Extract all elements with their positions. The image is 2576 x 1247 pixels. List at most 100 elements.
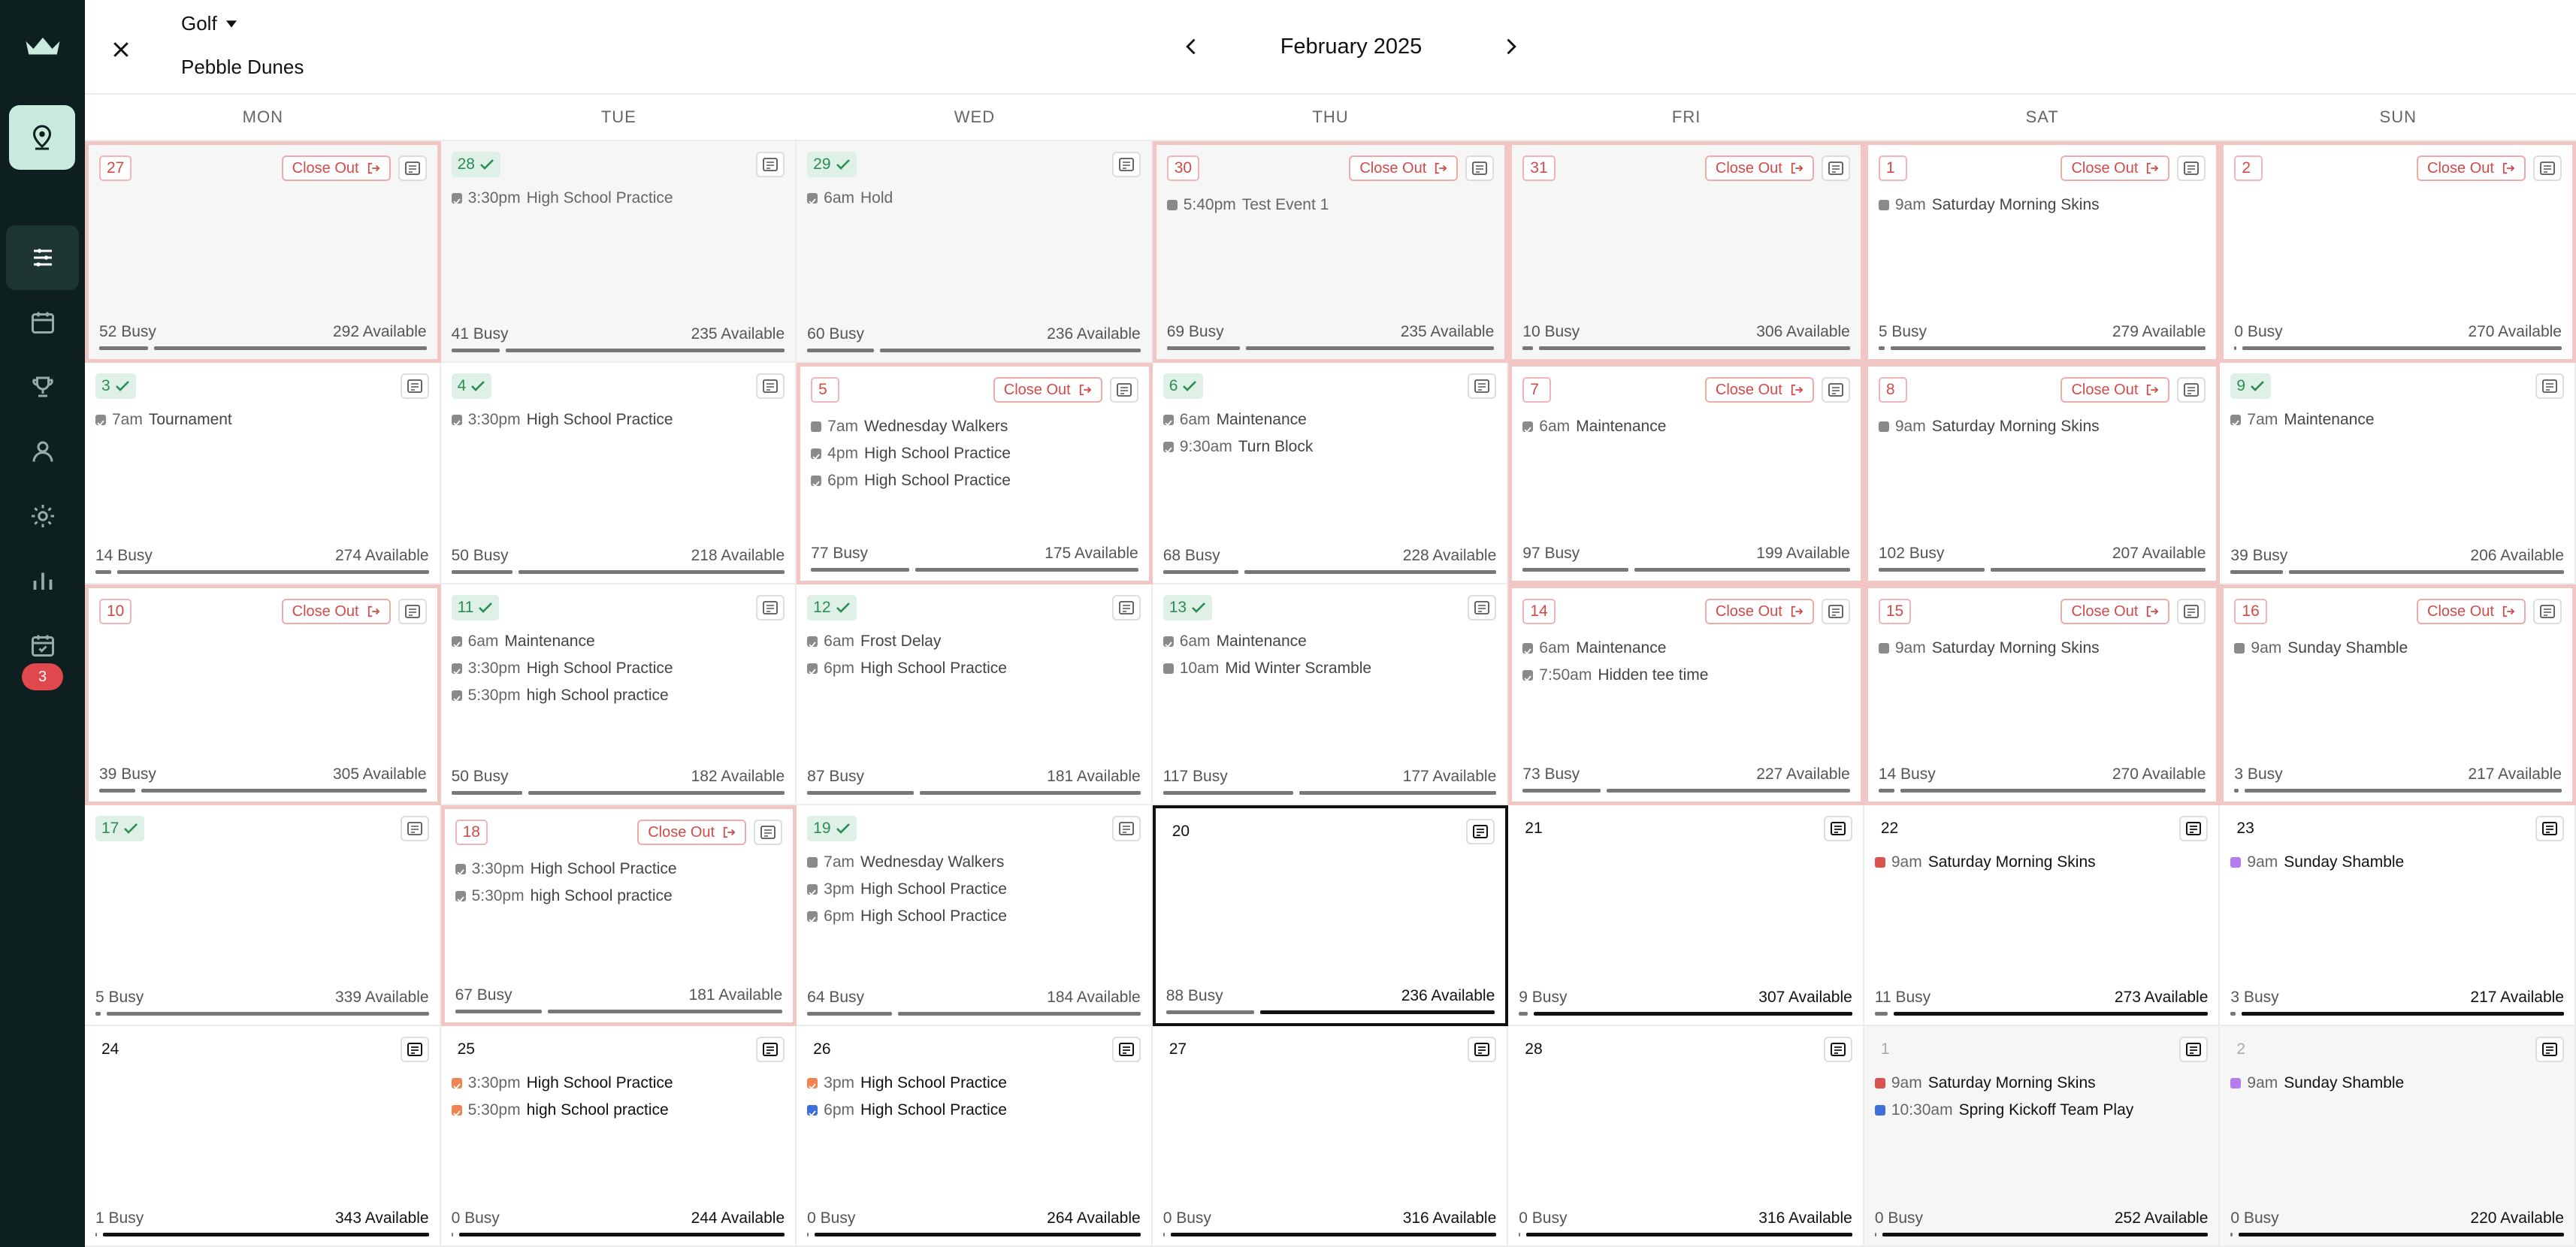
calendar-day-cell[interactable]: 21 9 Busy 307 Available (1508, 805, 1864, 1026)
calendar-day-cell[interactable]: 13 6am Maintenance 10am Mid Winter Scramble 1… (1152, 584, 1509, 805)
event-item[interactable]: 6am Maintenance (451, 628, 785, 655)
event-item[interactable]: 3pm High School Practice (807, 876, 1141, 903)
notes-button[interactable] (1111, 1037, 1141, 1062)
calendar-day-cell[interactable]: 2 Close Out 0 Busy 270 Available (2220, 141, 2576, 363)
notes-button[interactable] (2535, 373, 2564, 399)
calendar-day-cell[interactable]: 30 Close Out 5:40pm Test Event 1 69 Busy 235 … (1152, 141, 1509, 363)
sidebar-item-members[interactable] (0, 419, 85, 484)
calendar-day-cell[interactable]: 7 Close Out 6am Maintenance 97 Busy 199 Avail… (1508, 363, 1864, 584)
calendar-day-cell[interactable]: 6 6am Maintenance 9:30am Turn Block 68 Busy 22… (1152, 363, 1509, 584)
event-item[interactable]: 9am Sunday Shamble (2230, 1070, 2564, 1097)
close-out-button[interactable]: Close Out (2417, 155, 2526, 181)
calendar-day-cell[interactable]: 14 Close Out 6am Maintenance 7:50am Hidden te… (1508, 584, 1864, 805)
notes-button[interactable] (398, 599, 427, 624)
event-item[interactable]: 7am Wednesday Walkers (811, 413, 1138, 440)
sport-selector[interactable]: Golf (181, 12, 237, 35)
notes-button[interactable] (1821, 155, 1850, 181)
calendar-day-cell[interactable]: 1 9am Saturday Morning Skins 10:30am Spring … (1864, 1026, 2221, 1247)
event-item[interactable]: 9am Saturday Morning Skins (1878, 635, 2206, 662)
event-item[interactable]: 6pm High School Practice (807, 903, 1141, 930)
event-item[interactable]: 5:30pm high School practice (451, 1097, 785, 1124)
event-item[interactable]: 3:30pm High School Practice (451, 185, 785, 212)
calendar-day-cell[interactable]: 10 Close Out 39 Busy 305 Available (85, 584, 441, 805)
calendar-day-cell-today[interactable]: 20 88 Busy 236 Available (1152, 805, 1509, 1026)
next-month-button[interactable] (1489, 26, 1531, 68)
calendar-day-cell[interactable]: 8 Close Out 9am Saturday Morning Skins 102 B… (1864, 363, 2221, 584)
calendar-day-cell[interactable]: 15 Close Out 9am Saturday Morning Skins 14 B… (1864, 584, 2221, 805)
event-item[interactable]: 7am Wednesday Walkers (807, 849, 1141, 876)
calendar-day-cell[interactable]: 29 6am Hold 60 Busy 236 Available (797, 141, 1153, 363)
event-item[interactable]: 9am Sunday Shamble (2234, 635, 2562, 662)
sidebar-item-settings[interactable] (0, 484, 85, 548)
calendar-day-cell[interactable]: 1 Close Out 9am Saturday Morning Skins 5 Bus… (1864, 141, 2221, 363)
notes-button[interactable] (1823, 1037, 1852, 1062)
sidebar-item-tournaments[interactable] (0, 355, 85, 419)
calendar-day-cell[interactable]: 3 7am Tournament 14 Busy 274 Available (85, 363, 441, 584)
notes-button[interactable] (756, 373, 785, 399)
close-out-button[interactable]: Close Out (281, 155, 391, 181)
event-item[interactable]: 4pm High School Practice (811, 440, 1138, 467)
calendar-day-cell[interactable]: 18 Close Out 3:30pm High School Practice 5:3… (440, 805, 797, 1026)
event-item[interactable]: 6pm High School Practice (811, 467, 1138, 494)
event-item[interactable]: 7am Tournament (95, 406, 429, 433)
close-out-button[interactable]: Close Out (2060, 155, 2170, 181)
course-location-button[interactable] (9, 105, 75, 170)
event-item[interactable]: 6pm High School Practice (807, 655, 1141, 682)
event-item[interactable]: 6am Maintenance (1522, 635, 1850, 662)
close-out-button[interactable]: Close Out (1704, 155, 1814, 181)
event-item[interactable]: 7:50am Hidden tee time (1522, 662, 1850, 689)
notes-button[interactable] (2177, 377, 2206, 403)
event-item[interactable]: 3:30pm High School Practice (451, 1070, 785, 1097)
calendar-day-cell[interactable]: 27 0 Busy 316 Available (1152, 1026, 1509, 1247)
close-out-button[interactable]: Close Out (993, 377, 1102, 403)
event-item[interactable]: 9am Saturday Morning Skins (1874, 1070, 2209, 1097)
close-out-button[interactable]: Close Out (2060, 599, 2170, 624)
notes-button[interactable] (2179, 1037, 2209, 1062)
sidebar-item-calendar[interactable] (0, 290, 85, 355)
notes-button[interactable] (1468, 373, 1497, 399)
notes-button[interactable] (756, 1037, 785, 1062)
prev-month-button[interactable] (1171, 26, 1213, 68)
notes-button[interactable] (1465, 155, 1495, 181)
notes-button[interactable] (2179, 816, 2209, 841)
notes-button[interactable] (756, 152, 785, 177)
event-item[interactable]: 10am Mid Winter Scramble (1163, 655, 1497, 682)
notes-button[interactable] (2177, 599, 2206, 624)
notes-button[interactable] (2535, 816, 2564, 841)
notes-button[interactable] (1109, 377, 1138, 403)
event-item[interactable]: 9am Saturday Morning Skins (1874, 849, 2209, 876)
event-item[interactable]: 6am Frost Delay (807, 628, 1141, 655)
calendar-day-cell[interactable]: 4 3:30pm High School Practice 50 Busy 218 Av… (440, 363, 797, 584)
close-out-button[interactable]: Close Out (1704, 377, 1814, 403)
notes-button[interactable] (1466, 819, 1495, 844)
calendar-day-cell[interactable]: 28 3:30pm High School Practice 41 Busy 235 A… (440, 141, 797, 363)
sidebar-item-tee-sheet[interactable] (6, 225, 79, 290)
calendar-day-cell[interactable]: 31 Close Out 10 Busy 306 Available (1508, 141, 1864, 363)
calendar-day-cell[interactable]: 22 9am Saturday Morning Skins 11 Busy 273 Av… (1864, 805, 2221, 1026)
notes-button[interactable] (1111, 595, 1141, 620)
notes-button[interactable] (754, 820, 783, 845)
event-item[interactable]: 9am Sunday Shamble (2230, 849, 2564, 876)
notes-button[interactable] (1111, 152, 1141, 177)
notes-button[interactable] (398, 155, 427, 181)
notes-button[interactable] (1821, 599, 1850, 624)
event-item[interactable]: 3pm High School Practice (807, 1070, 1141, 1097)
notes-button[interactable] (1823, 816, 1852, 841)
calendar-day-cell[interactable]: 9 7am Maintenance 39 Busy 206 Available (2220, 363, 2576, 584)
event-item[interactable]: 3:30pm High School Practice (451, 655, 785, 682)
notes-button[interactable] (756, 595, 785, 620)
calendar-day-cell[interactable]: 24 1 Busy 343 Available (85, 1026, 441, 1247)
close-button[interactable] (103, 32, 139, 68)
calendar-day-cell[interactable]: 23 9am Sunday Shamble 3 Busy 217 Available (2220, 805, 2576, 1026)
notes-button[interactable] (1821, 377, 1850, 403)
close-out-button[interactable]: Close Out (1349, 155, 1459, 181)
notes-button[interactable] (2532, 599, 2562, 624)
event-item[interactable]: 3:30pm High School Practice (455, 856, 783, 883)
event-item[interactable]: 6am Maintenance (1163, 628, 1497, 655)
notes-button[interactable] (2535, 1037, 2564, 1062)
close-out-button[interactable]: Close Out (281, 599, 391, 624)
calendar-day-cell[interactable]: 2 9am Sunday Shamble 0 Busy 220 Available (2220, 1026, 2576, 1247)
event-item[interactable]: 9am Saturday Morning Skins (1878, 413, 2206, 440)
event-item[interactable]: 5:40pm Test Event 1 (1166, 192, 1495, 219)
event-item[interactable]: 5:30pm high School practice (455, 883, 783, 910)
